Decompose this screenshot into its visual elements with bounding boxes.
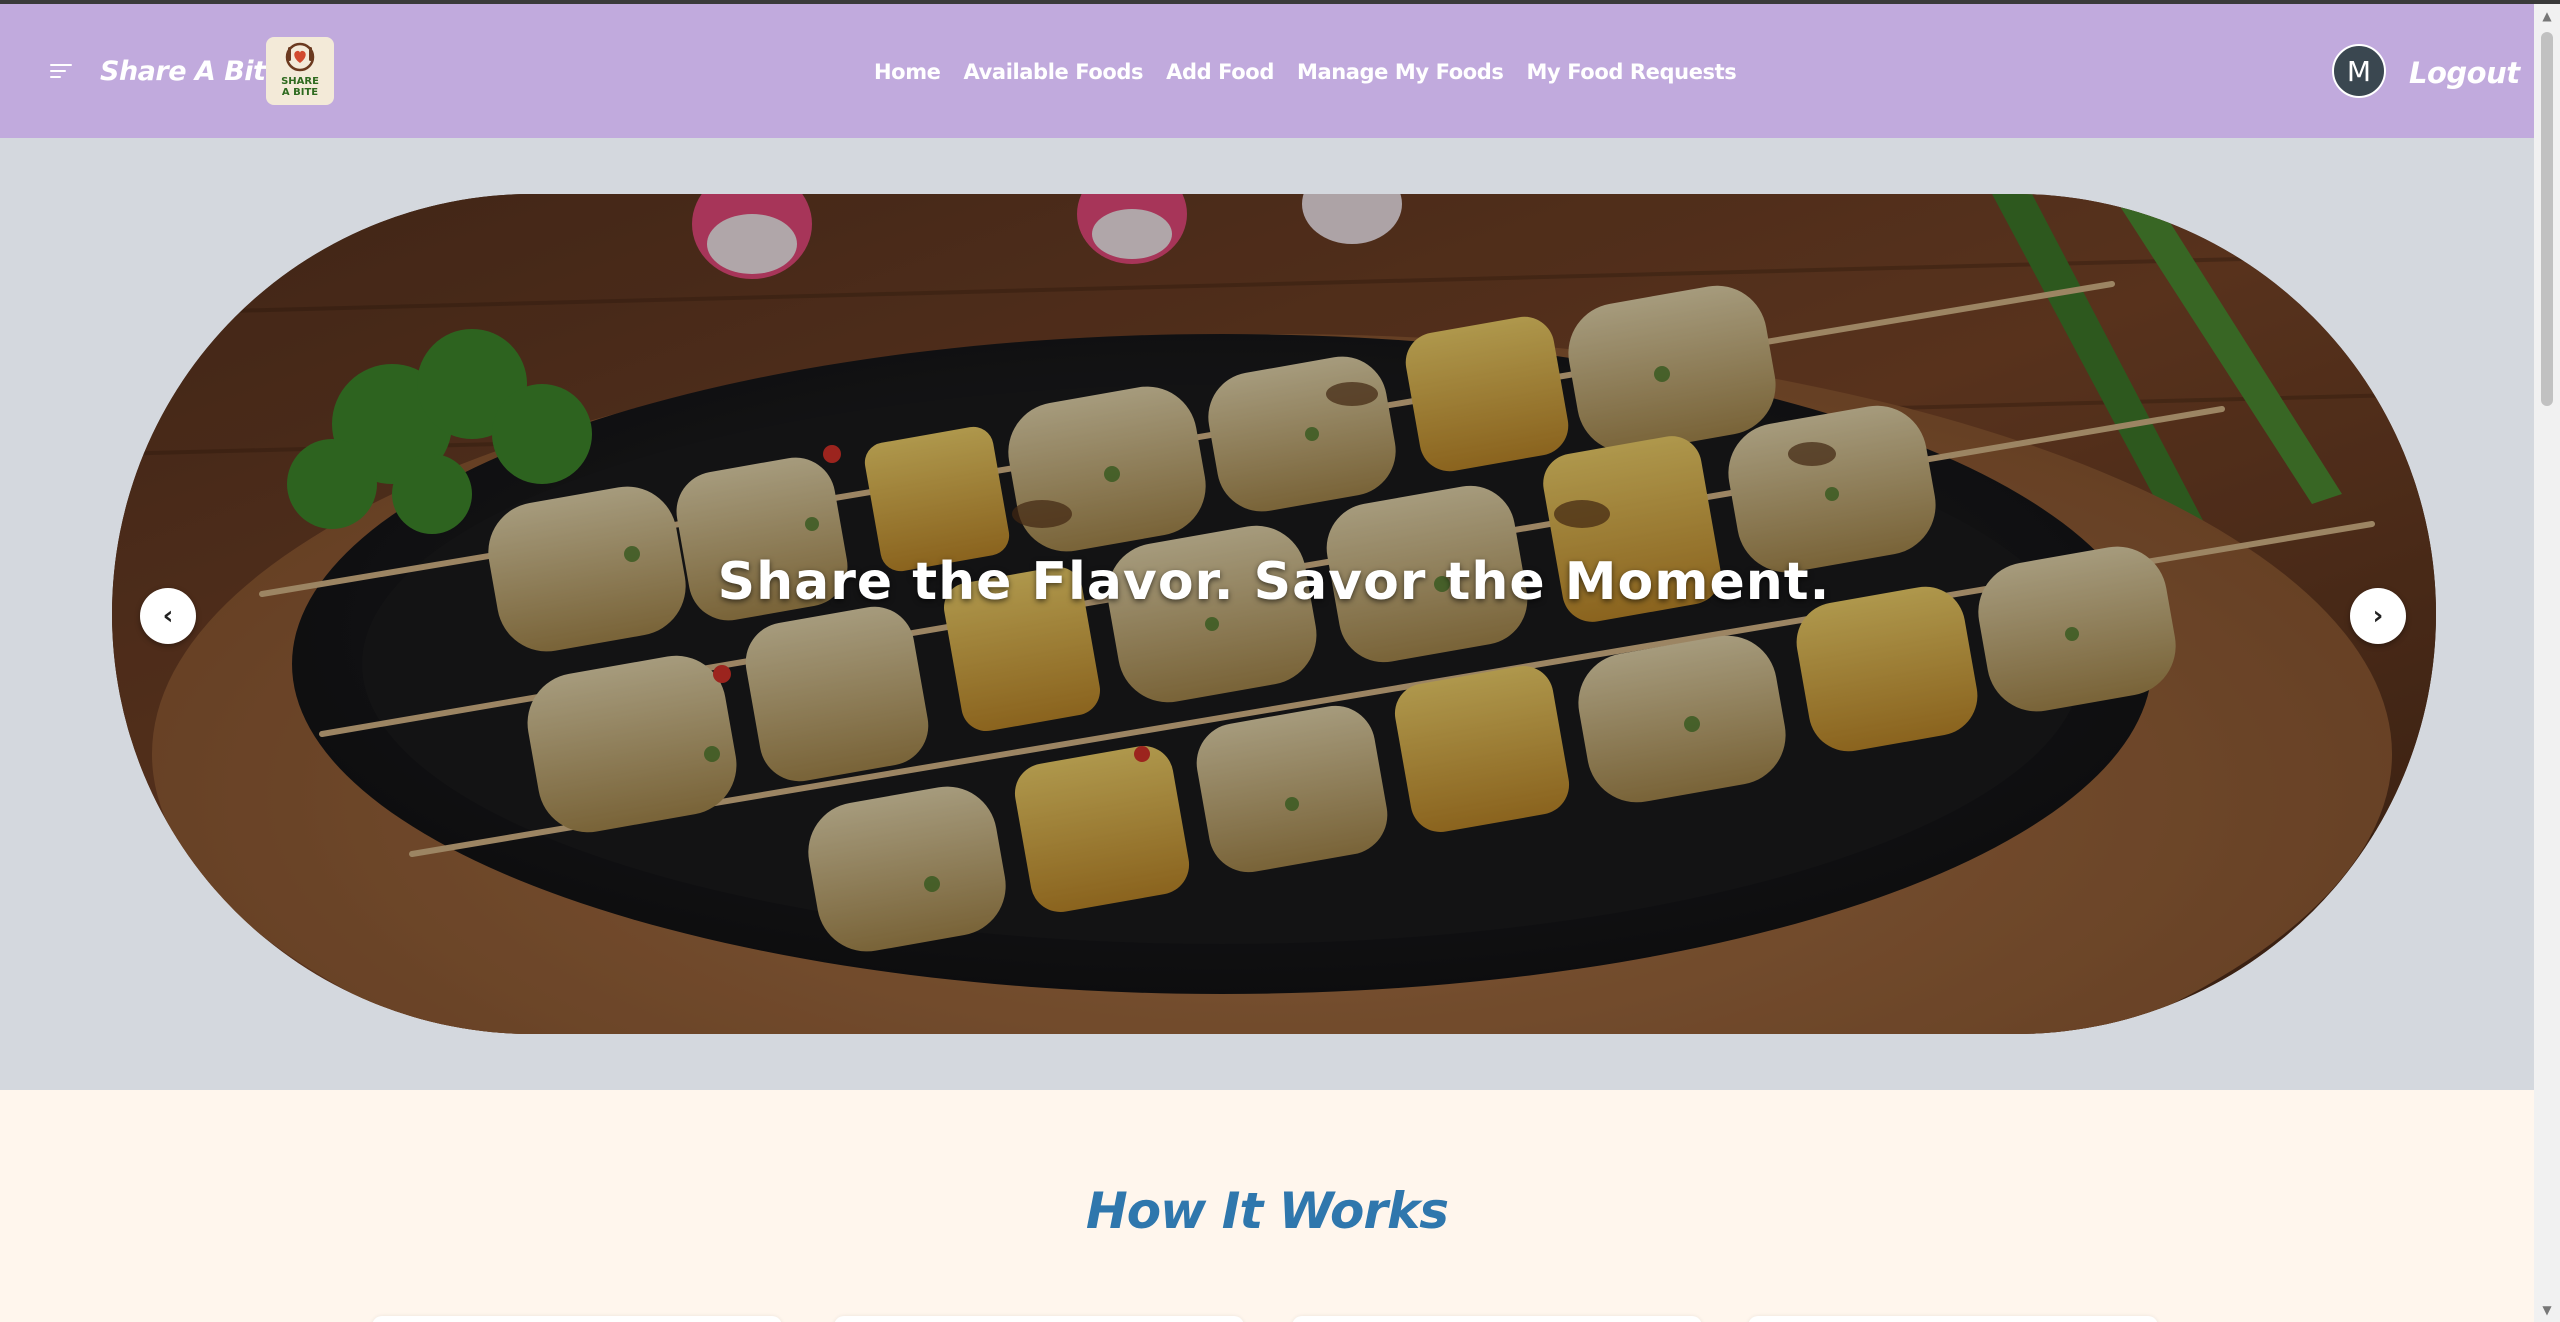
page: Share A Bite SHARE A BITE Home Available…: [0, 4, 2534, 1322]
scroll-up-arrow-icon[interactable]: ▲: [2534, 4, 2560, 28]
chevron-right-icon: ›: [2372, 601, 2384, 631]
chevron-left-icon: ‹: [162, 601, 174, 631]
scroll-down-arrow-icon[interactable]: ▼: [2534, 1298, 2560, 1322]
hero-carousel: Share the Flavor. Savor the Moment.: [112, 194, 2436, 1034]
step-card: [1292, 1316, 1702, 1322]
section-title: How It Works: [1085, 1182, 1449, 1240]
hero-dark-overlay: [112, 194, 2436, 1034]
heart-bowl-icon: [285, 42, 315, 72]
hero-caption: Share the Flavor. Savor the Moment.: [717, 552, 1831, 612]
nav-available-foods[interactable]: Available Foods: [964, 60, 1144, 84]
main-nav: Home Available Foods Add Food Manage My …: [874, 60, 1737, 84]
nav-add-food[interactable]: Add Food: [1166, 60, 1274, 84]
scrollbar-thumb[interactable]: [2541, 32, 2553, 406]
logo-text-line2: A BITE: [281, 87, 319, 98]
carousel-next-button[interactable]: ›: [2350, 588, 2406, 644]
nav-manage-my-foods[interactable]: Manage My Foods: [1297, 60, 1504, 84]
nav-home[interactable]: Home: [874, 60, 941, 84]
hero-section: Share the Flavor. Savor the Moment. ‹ ›: [0, 138, 2534, 1090]
how-it-works-section: How It Works: [0, 1090, 2534, 1322]
navbar: Share A Bite SHARE A BITE Home Available…: [0, 4, 2534, 138]
logout-button[interactable]: Logout: [2409, 56, 2520, 90]
nav-my-food-requests[interactable]: My Food Requests: [1527, 60, 1737, 84]
step-card: [372, 1316, 782, 1322]
logo-text-line1: SHARE: [281, 76, 319, 87]
step-card: [834, 1316, 1244, 1322]
user-avatar[interactable]: M: [2332, 44, 2386, 98]
hamburger-menu-icon[interactable]: [50, 64, 72, 80]
brand-name[interactable]: Share A Bite: [100, 56, 284, 87]
page-scrollbar[interactable]: ▲ ▼: [2534, 4, 2560, 1322]
carousel-prev-button[interactable]: ‹: [140, 588, 196, 644]
step-card: [1748, 1316, 2158, 1322]
brand-logo[interactable]: SHARE A BITE: [266, 37, 334, 105]
